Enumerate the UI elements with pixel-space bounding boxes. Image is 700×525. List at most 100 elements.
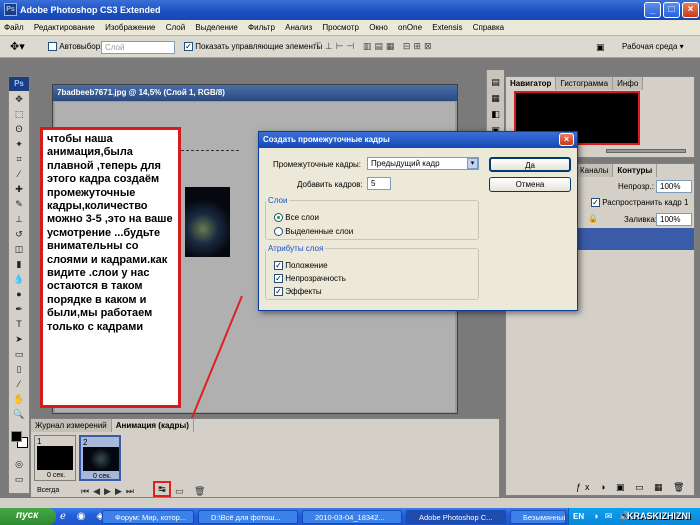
- effects-checkbox[interactable]: ✓: [274, 287, 283, 297]
- workspace-button[interactable]: Рабочая среда ▾: [622, 42, 684, 51]
- navigator-zoom-slider[interactable]: [606, 149, 686, 153]
- menu-layer[interactable]: Слой: [162, 20, 189, 32]
- stamp-tool-icon[interactable]: ⊥: [10, 212, 28, 226]
- language-indicator[interactable]: EN: [573, 512, 584, 521]
- opacity-checkbox[interactable]: ✓: [274, 274, 283, 284]
- windows-taskbar: пуск ℯ ◉ ◈ Форум: Мир, котор... D:\Всё д…: [0, 508, 700, 525]
- color-swatches[interactable]: [9, 427, 29, 453]
- hand-tool-icon[interactable]: ✋: [10, 392, 28, 406]
- opacity-input[interactable]: 100%: [656, 180, 692, 193]
- effects-label: Эффекты: [285, 287, 322, 296]
- foreground-color-swatch[interactable]: [11, 431, 22, 442]
- taskbar-item-forum[interactable]: Форум: Мир, котор...: [102, 510, 194, 524]
- layers-footer-icons[interactable]: ƒx ◑ ▣ ▭ ▦ 🗑: [576, 482, 692, 493]
- animation-frame[interactable]: 1 0 сек.: [34, 435, 76, 481]
- tween-with-select[interactable]: Предыдущий кадр: [367, 157, 479, 170]
- taskbar-item-explorer[interactable]: D:\Всё для фотош...: [198, 510, 298, 524]
- menu-onone[interactable]: onOne: [394, 20, 426, 32]
- taskbar-item-paint[interactable]: Безымянный - Paint: [510, 510, 566, 524]
- tab-paths[interactable]: Контуры: [613, 164, 658, 177]
- move-tool-icon[interactable]: ✥: [10, 92, 28, 106]
- show-controls-checkbox[interactable]: ✓: [184, 42, 193, 52]
- eyedropper2-icon[interactable]: ⁄: [10, 377, 28, 391]
- menu-analysis[interactable]: Анализ: [281, 20, 316, 32]
- tab-info[interactable]: Инфо: [613, 77, 644, 90]
- menu-image[interactable]: Изображение: [101, 20, 159, 32]
- menu-extensis[interactable]: Extensis: [428, 20, 466, 32]
- menu-edit[interactable]: Редактирование: [30, 20, 99, 32]
- opacity-label: Непрозр.:: [618, 182, 654, 191]
- menu-bar: Файл Редактирование Изображение Слой Выд…: [0, 20, 700, 36]
- eyedropper-icon[interactable]: ⁄: [10, 167, 28, 181]
- playback-controls[interactable]: ⏮◀▶▶⏭: [81, 486, 138, 497]
- ok-button[interactable]: Да: [489, 157, 571, 172]
- frame-delay[interactable]: 0 сек.: [93, 473, 111, 480]
- menu-window[interactable]: Окно: [365, 20, 392, 32]
- tween-button[interactable]: ↹: [153, 481, 171, 497]
- lasso-tool-icon[interactable]: ʘ: [10, 122, 28, 136]
- chevron-down-icon[interactable]: ▾: [467, 158, 478, 169]
- loop-select[interactable]: Всегда: [37, 487, 59, 494]
- frame-number: 1: [37, 437, 42, 446]
- frame-thumbnail: [37, 446, 73, 470]
- taskbar-item-photoshop[interactable]: Adobe Photoshop C...: [406, 510, 506, 524]
- selected-layers-radio[interactable]: [274, 227, 283, 237]
- unify-checkbox[interactable]: ✓: [591, 198, 600, 208]
- history-brush-icon[interactable]: ↺: [10, 227, 28, 241]
- eraser-icon[interactable]: ◫: [10, 242, 28, 256]
- menu-view[interactable]: Просмотр: [318, 20, 363, 32]
- dialog-title: Создать промежуточные кадры: [263, 135, 390, 144]
- quick-launch-icons[interactable]: ℯ ◉ ◈: [60, 511, 108, 522]
- type-tool-icon[interactable]: T: [10, 317, 28, 331]
- menu-select[interactable]: Выделение: [191, 20, 241, 32]
- tab-histogram[interactable]: Гистограмма: [556, 77, 614, 90]
- menu-file[interactable]: Файл: [0, 20, 28, 32]
- close-button[interactable]: ×: [682, 2, 699, 18]
- crop-tool-icon[interactable]: ⌗: [10, 152, 28, 166]
- quick-mask-icon[interactable]: ◎: [10, 457, 28, 471]
- app-title: Adobe Photoshop CS3 Extended: [20, 5, 161, 15]
- marquee-tool-icon[interactable]: ⬚: [10, 107, 28, 121]
- magic-wand-icon[interactable]: ✦: [10, 137, 28, 151]
- brush-tool-icon[interactable]: ✎: [10, 197, 28, 211]
- maximize-button[interactable]: □: [663, 2, 680, 18]
- gradient-icon[interactable]: ▮: [10, 257, 28, 271]
- all-layers-radio[interactable]: [274, 213, 283, 223]
- start-button[interactable]: пуск: [0, 508, 56, 525]
- menu-help[interactable]: Справка: [469, 20, 508, 32]
- pen-tool-icon[interactable]: ✒: [10, 302, 28, 316]
- position-checkbox[interactable]: ✓: [274, 261, 283, 271]
- position-label: Положение: [285, 261, 328, 270]
- layers-group-label: Слои: [268, 196, 288, 205]
- align-buttons[interactable]: ⊤⊥⊢⊣ ▥▤▦ ⊟⊞⊠: [314, 41, 524, 53]
- fill-input[interactable]: 100%: [656, 213, 692, 226]
- zoom-tool-icon[interactable]: 🔍: [10, 407, 28, 421]
- autoselect-select[interactable]: Слой: [101, 41, 175, 54]
- tab-measurement-log[interactable]: Журнал измерений: [31, 419, 112, 432]
- frame-buttons[interactable]: ▭ 🗑: [175, 486, 209, 497]
- move-tool-icon[interactable]: ✥▾: [10, 40, 25, 53]
- frames-to-add-input[interactable]: 5: [367, 177, 391, 190]
- tab-navigator[interactable]: Навигатор: [506, 77, 557, 90]
- shape-tool-icon[interactable]: ▭: [10, 347, 28, 361]
- frame-delay[interactable]: 0 сек.: [47, 472, 65, 479]
- healing-brush-icon[interactable]: ✚: [10, 182, 28, 196]
- menu-filter[interactable]: Фильтр: [244, 20, 279, 32]
- animation-frame-selected[interactable]: 2 0 сек.: [79, 435, 121, 481]
- dodge-tool-icon[interactable]: ●: [10, 287, 28, 301]
- notes-tool-icon[interactable]: ▯: [10, 362, 28, 376]
- cancel-button[interactable]: Отмена: [489, 177, 571, 192]
- screen-mode-icon[interactable]: ▭: [10, 472, 28, 486]
- frame-thumbnail: [83, 447, 119, 471]
- taskbar-item-screenshot[interactable]: 2010-03-04_18342...: [302, 510, 402, 524]
- minimize-button[interactable]: _: [644, 2, 661, 18]
- blur-tool-icon[interactable]: 💧: [10, 272, 28, 286]
- tab-animation-frames[interactable]: Анимация (кадры): [111, 419, 194, 432]
- path-select-icon[interactable]: ➤: [10, 332, 28, 346]
- autoselect-checkbox[interactable]: [48, 42, 57, 52]
- lock-icon[interactable]: 🔒: [588, 214, 598, 223]
- tween-dialog: Создать промежуточные кадры × Промежуточ…: [258, 131, 578, 311]
- document-titlebar: 7badbeeb7671.jpg @ 14,5% (Слой 1, RGB/8): [53, 85, 457, 101]
- dialog-close-button[interactable]: ×: [559, 133, 574, 146]
- tab-channels[interactable]: Каналы: [576, 164, 614, 177]
